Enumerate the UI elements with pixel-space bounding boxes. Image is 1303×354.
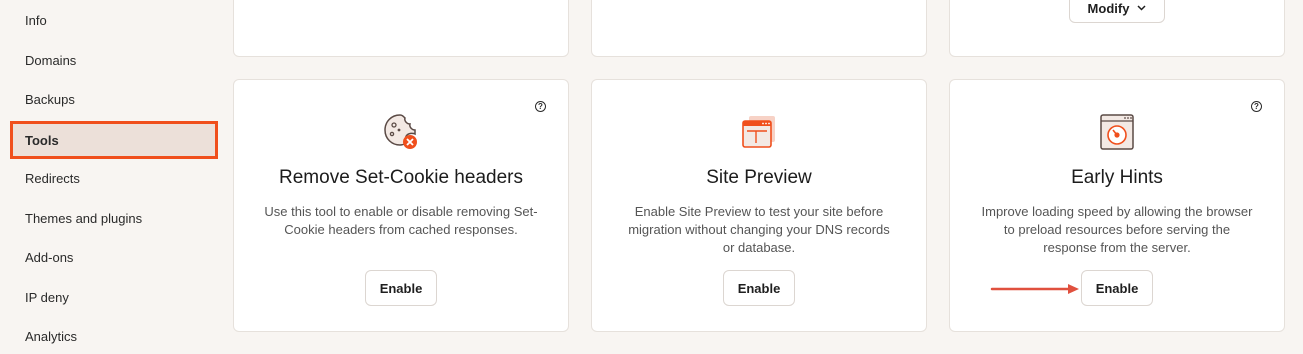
sidebar-nav: Info Domains Backups Tools Redirects The… bbox=[0, 0, 228, 347]
modify-button-label: Modify bbox=[1087, 0, 1130, 16]
card-title: Early Hints bbox=[1071, 167, 1163, 188]
enable-button-label: Enable bbox=[1095, 280, 1139, 296]
sidebar-item-label: Domains bbox=[25, 52, 77, 68]
sidebar-item-info[interactable]: Info bbox=[10, 2, 218, 38]
tool-card-remove-set-cookie: ? Remove Set-Cookie headers Use this too… bbox=[233, 79, 569, 332]
sidebar-item-label: Add-ons bbox=[25, 249, 74, 265]
tool-card-top-2 bbox=[591, 0, 927, 57]
enable-button-label: Enable bbox=[379, 280, 423, 296]
card-description: Use this tool to enable or disable remov… bbox=[264, 204, 538, 237]
chevron-down-icon bbox=[1137, 5, 1146, 11]
sidebar-item-add-ons[interactable]: Add-ons bbox=[10, 239, 218, 275]
card-description: Improve loading speed by allowing the br… bbox=[981, 204, 1253, 255]
sidebar-item-redirects[interactable]: Redirects bbox=[10, 160, 218, 196]
card-description: Enable Site Preview to test your site be… bbox=[628, 204, 890, 255]
tool-card-top-3: Modify bbox=[949, 0, 1285, 57]
modify-button[interactable]: Modify bbox=[1069, 0, 1165, 23]
sidebar-item-label: Themes and plugins bbox=[25, 210, 143, 226]
sidebar-item-label: IP deny bbox=[25, 289, 69, 305]
browser-windows-icon bbox=[742, 116, 775, 148]
sidebar-item-label: Tools bbox=[25, 132, 59, 148]
card-title: Site Preview bbox=[706, 167, 812, 188]
card-title: Remove Set-Cookie headers bbox=[279, 167, 523, 188]
help-icon[interactable]: ? bbox=[535, 101, 546, 112]
enable-button[interactable]: Enable bbox=[723, 270, 795, 306]
enable-button[interactable]: Enable bbox=[365, 270, 437, 306]
browser-speed-icon bbox=[1100, 114, 1134, 150]
sidebar-item-tools[interactable]: Tools bbox=[10, 121, 218, 159]
sidebar-item-domains[interactable]: Domains bbox=[10, 42, 218, 78]
enable-button[interactable]: Enable bbox=[1081, 270, 1153, 306]
tool-card-site-preview: Site Preview Enable Site Preview to test… bbox=[591, 79, 927, 332]
sidebar-item-label: Redirects bbox=[25, 170, 80, 186]
sidebar-item-themes-and-plugins[interactable]: Themes and plugins bbox=[10, 200, 218, 236]
sidebar-item-label: Backups bbox=[25, 91, 75, 107]
sidebar-item-ip-deny[interactable]: IP deny bbox=[10, 279, 218, 315]
sidebar-item-label: Info bbox=[25, 12, 47, 28]
sidebar-item-label: Analytics bbox=[25, 328, 78, 344]
cookie-remove-icon bbox=[384, 114, 417, 149]
enable-button-label: Enable bbox=[737, 280, 781, 296]
annotation-arrow-icon bbox=[990, 284, 1079, 294]
tool-card-top-1 bbox=[233, 0, 569, 57]
sidebar-item-analytics[interactable]: Analytics bbox=[10, 318, 218, 354]
sidebar-item-backups[interactable]: Backups bbox=[10, 81, 218, 117]
help-icon[interactable]: ? bbox=[1251, 101, 1262, 112]
